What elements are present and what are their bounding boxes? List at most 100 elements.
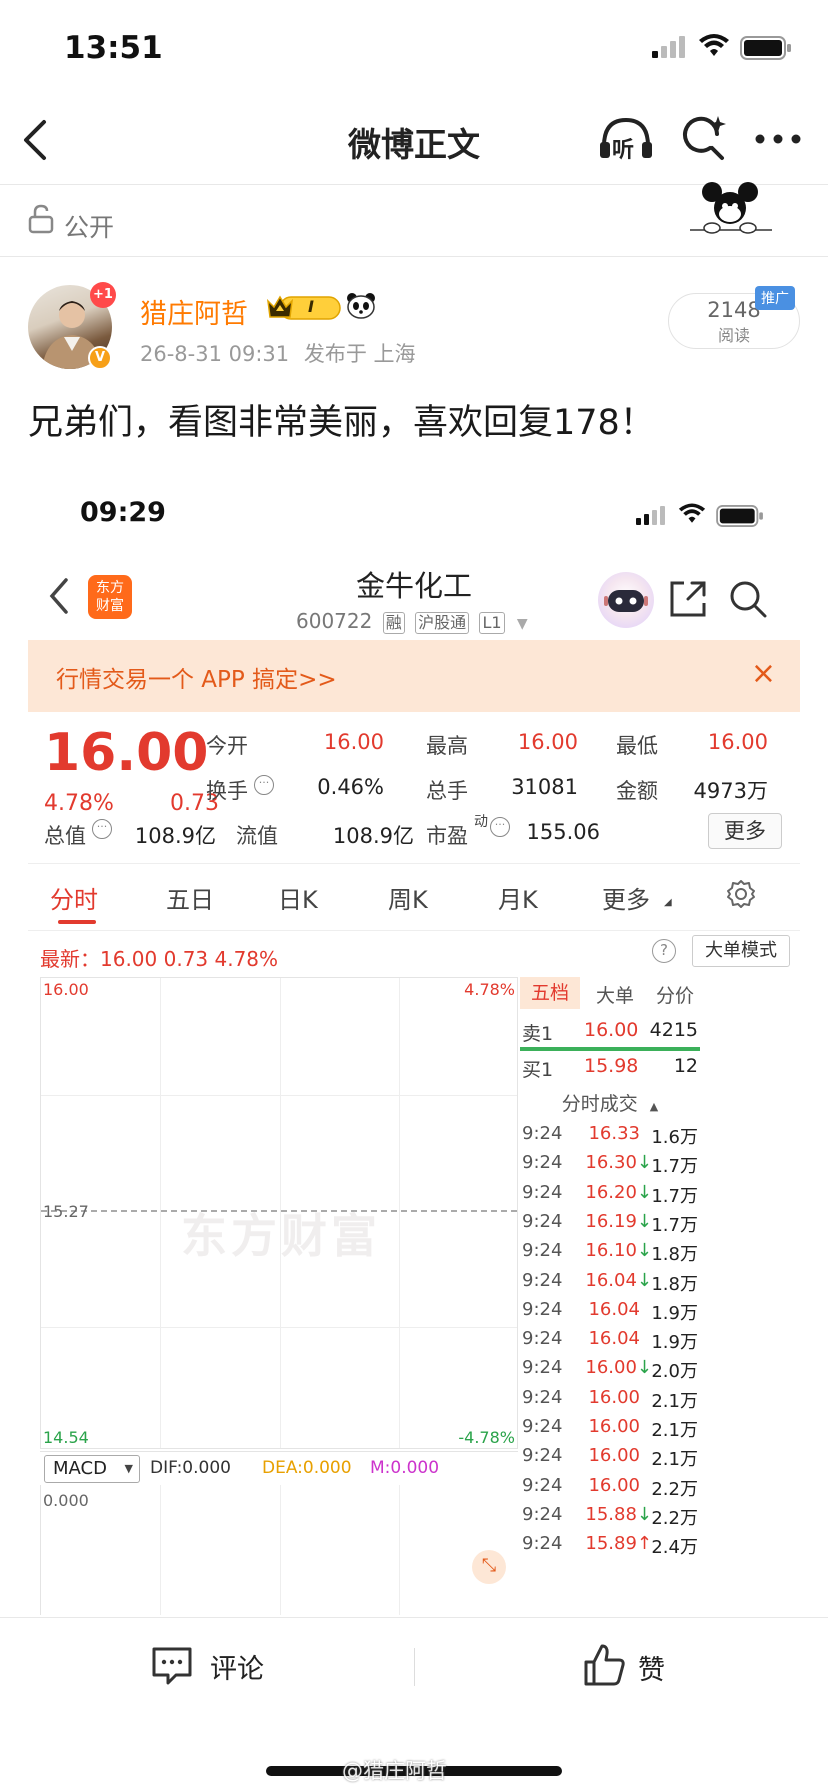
- trade-price: 16.04: [588, 1298, 640, 1320]
- macd-chart: 0.000: [40, 1485, 518, 1615]
- trade-price: 16.00: [588, 1386, 640, 1408]
- tab-big-orders[interactable]: 大单: [596, 981, 634, 1008]
- level-badge-text: I: [308, 297, 314, 316]
- stat-label-market-cap: 总值: [44, 824, 86, 848]
- trade-volume: 1.8万: [651, 1244, 698, 1266]
- stat-value-volume: 31081: [511, 775, 578, 799]
- stat-label-volume: 总手: [426, 779, 468, 803]
- intraday-chart[interactable]: 东方财富 16.00 4.78% 15.27 14.54 -4.78%: [40, 977, 518, 1449]
- promo-tag: 推广: [755, 286, 795, 310]
- crown-level-badge: I: [266, 293, 342, 321]
- ai-assistant-icon[interactable]: [598, 572, 654, 628]
- stock-code-row: 600722 融 沪股通 L1 ▼: [296, 609, 528, 634]
- trade-price: 16.00: [588, 1474, 640, 1496]
- tab-daily-k[interactable]: 日K: [278, 880, 318, 915]
- caret-up-icon: ▲: [649, 1100, 659, 1113]
- chevron-down-icon[interactable]: ▼: [517, 616, 528, 632]
- tab-weekly-k[interactable]: 周K: [388, 880, 428, 915]
- comment-label: 评论: [210, 1654, 264, 1685]
- grid-line: [160, 1485, 161, 1615]
- listen-button[interactable]: 听: [598, 114, 654, 163]
- macd-dea: DEA:0.000: [262, 1458, 352, 1478]
- chart-label-high: 16.00: [43, 980, 89, 999]
- stat-label-open: 今开: [206, 734, 248, 758]
- trade-row: 9:24 16.04 1.9万: [520, 1328, 700, 1357]
- macd-dif: DIF:0.000: [150, 1458, 231, 1478]
- settings-gear-icon[interactable]: [726, 879, 756, 913]
- trade-time: 9:24: [522, 1357, 563, 1379]
- stat-value-pe: 155.06: [526, 820, 600, 844]
- post-text: 兄弟们，看图非常美丽，喜欢回复178！: [28, 403, 655, 443]
- promo-banner[interactable]: 行情交易一个 APP 搞定>> ×: [28, 640, 800, 712]
- grid-line: [399, 978, 400, 1448]
- trade-row: 9:24 16.04↓ 1.8万: [520, 1270, 700, 1299]
- arrow-down-icon: ↓: [636, 1240, 652, 1262]
- trade-price: 16.10↓: [585, 1240, 652, 1262]
- grid-line: [41, 1095, 517, 1096]
- trade-time: 9:24: [522, 1386, 563, 1408]
- like-button[interactable]: 赞: [582, 1642, 692, 1690]
- stats-divider: [28, 863, 800, 864]
- expand-icon[interactable]: ⤡: [472, 1550, 506, 1584]
- trade-price: 15.89↑: [585, 1533, 652, 1555]
- more-stats-button[interactable]: 更多: [708, 813, 782, 849]
- author-name[interactable]: 猎庄阿哲: [140, 292, 248, 331]
- tab-intraday[interactable]: 分时: [50, 880, 98, 915]
- stat-label-pe: 市盈: [426, 824, 468, 848]
- banner-close-icon[interactable]: ×: [751, 656, 776, 691]
- tab-price-distribution[interactable]: 分价: [656, 981, 694, 1008]
- buy1-label: 买1: [522, 1059, 554, 1081]
- stat-value-market-cap: 108.9亿: [134, 824, 216, 848]
- trade-time: 9:24: [522, 1210, 563, 1232]
- stock-tag-margin: 融: [382, 612, 405, 634]
- battery-icon: [740, 36, 792, 64]
- tab-five-levels[interactable]: 五档: [520, 977, 580, 1009]
- chart-watermark: 东方财富: [181, 1209, 381, 1263]
- embedded-search-icon[interactable]: [728, 579, 768, 623]
- big-order-mode-button[interactable]: 大单模式: [692, 935, 790, 967]
- trade-row: 9:24 15.89↑ 2.4万: [520, 1533, 700, 1562]
- trade-row: 9:24 15.88↓ 2.2万: [520, 1504, 700, 1533]
- sell1-label: 卖1: [522, 1023, 554, 1045]
- trade-volume: 1.7万: [651, 1156, 698, 1178]
- info-icon[interactable]: ···: [254, 775, 274, 795]
- bottom-divider: [414, 1648, 415, 1686]
- tab-five-day[interactable]: 五日: [166, 880, 214, 915]
- tab-monthly-k[interactable]: 月K: [498, 880, 538, 915]
- tab-more[interactable]: 更多: [602, 880, 650, 915]
- embedded-battery-icon: [716, 505, 764, 531]
- comment-button[interactable]: 评论: [150, 1645, 280, 1689]
- trade-time: 9:24: [522, 1445, 563, 1467]
- macd-select-label: MACD: [53, 1458, 107, 1479]
- trade-row: 9:24 16.33 1.6万: [520, 1123, 700, 1152]
- embedded-screenshot[interactable]: 09:29 东方 财富 金牛化工 600722 融 沪股通 L1 ▼ 行情交易一…: [28, 475, 800, 1615]
- chart-label-mid: 15.27: [43, 1202, 89, 1221]
- grid-line: [41, 1327, 517, 1328]
- trade-price: 16.00: [588, 1445, 640, 1467]
- arrow-up-icon: ↑: [636, 1533, 652, 1555]
- search-ai-button[interactable]: [680, 114, 730, 164]
- share-icon[interactable]: [668, 579, 708, 623]
- trade-row: 9:24 16.00 2.2万: [520, 1475, 700, 1504]
- macd-select[interactable]: MACD ▼: [44, 1455, 140, 1483]
- more-options-button[interactable]: [754, 128, 802, 150]
- stat-value-amount: 4973万: [693, 779, 768, 803]
- trade-time: 9:24: [522, 1240, 563, 1262]
- trade-volume: 2.2万: [651, 1478, 698, 1500]
- verified-badge-icon: V: [88, 346, 112, 370]
- pe-superscript: 动: [474, 814, 488, 830]
- change-percent: 4.78%: [44, 791, 114, 816]
- trade-row: 9:24 16.19↓ 1.7万: [520, 1211, 700, 1240]
- grid-line: [280, 1485, 281, 1615]
- trade-row: 9:24 16.10↓ 1.8万: [520, 1240, 700, 1269]
- arrow-down-icon: ↓: [636, 1181, 652, 1203]
- stock-tag-connect: 沪股通: [415, 612, 470, 634]
- trade-volume: 1.7万: [651, 1185, 698, 1207]
- trade-row: 9:24 16.00 2.1万: [520, 1387, 700, 1416]
- stat-label-high: 最高: [426, 734, 468, 758]
- help-icon[interactable]: ?: [652, 939, 676, 963]
- stock-tag-level: L1: [479, 612, 505, 634]
- trade-time: 9:24: [522, 1298, 563, 1320]
- trade-price: 16.00: [588, 1416, 640, 1437]
- trades-header[interactable]: 分时成交 ▲: [520, 1089, 700, 1116]
